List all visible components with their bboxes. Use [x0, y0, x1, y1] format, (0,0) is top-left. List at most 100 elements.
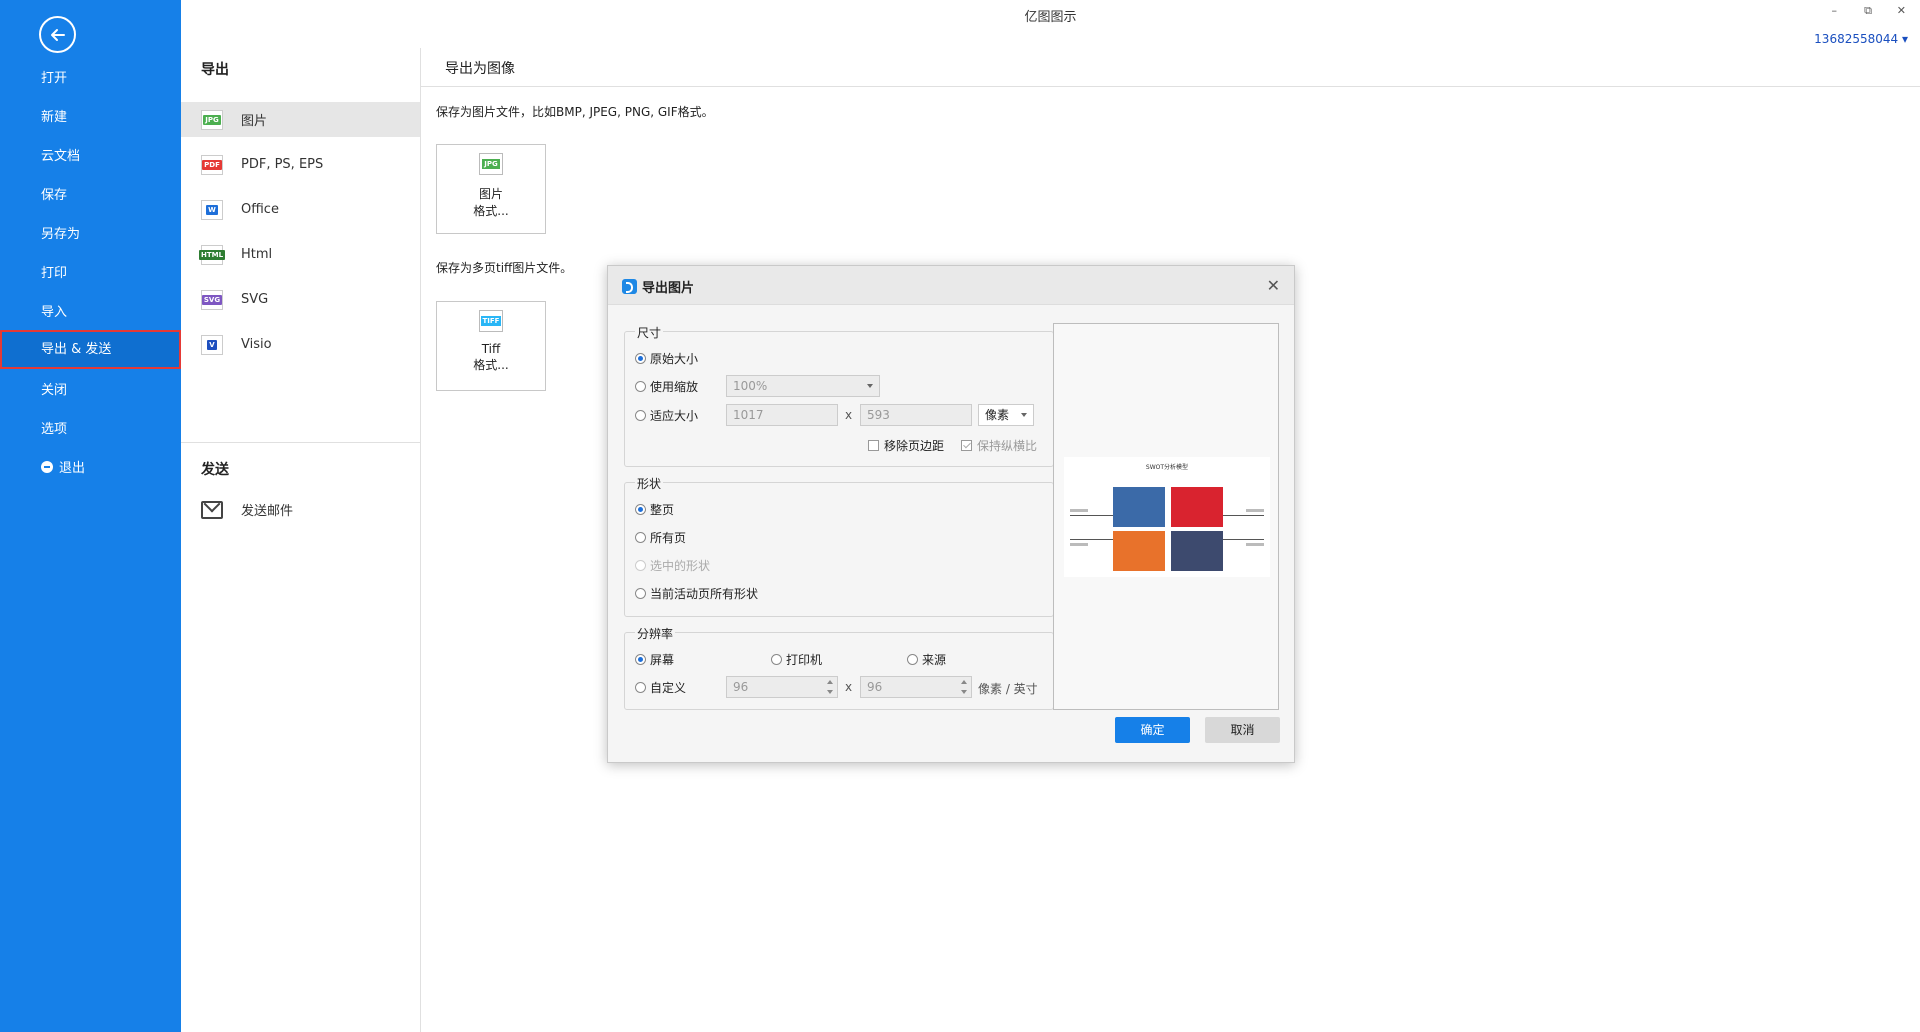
preview-label — [1070, 543, 1088, 546]
radio-label: 适应大小 — [650, 409, 699, 423]
account-menu[interactable]: 13682558044 ▾ — [1814, 32, 1908, 46]
preview-title: SWOT分析模型 — [1145, 464, 1189, 471]
format-html[interactable]: HTML Html — [181, 237, 420, 272]
format-pdf[interactable]: PDF PDF, PS, EPS — [181, 147, 420, 182]
sidebar-item-cloud-docs[interactable]: 云文档 — [0, 137, 181, 176]
keep-ratio-checkbox[interactable]: 保持纵横比 — [961, 437, 1037, 454]
sidebar-item-new[interactable]: 新建 — [0, 98, 181, 137]
height-input[interactable]: 593 — [860, 404, 972, 426]
back-arrow-icon — [50, 28, 65, 41]
dpi-unit-label: 像素 / 英寸 — [978, 682, 1038, 696]
spinner-icon[interactable] — [827, 679, 835, 695]
radio-label: 整页 — [650, 503, 675, 517]
tiff-format-label: Tiff — [481, 342, 501, 356]
preview-swot-s — [1113, 487, 1165, 527]
zoom-value: 100% — [733, 379, 768, 393]
format-label: Visio — [241, 337, 272, 352]
ok-button[interactable]: 确定 — [1115, 717, 1190, 743]
radio-icon — [635, 410, 646, 421]
radio-icon — [771, 654, 782, 665]
sidebar-item-open[interactable]: 打开 — [0, 59, 181, 98]
image-description: 保存为图片文件，比如BMP, JPEG, PNG, GIF格式。 — [436, 105, 714, 119]
format-label: SVG — [241, 292, 269, 307]
preview-swot-t — [1171, 531, 1223, 571]
sidebar-item-options[interactable]: 选项 — [0, 410, 181, 449]
radio-icon — [635, 353, 646, 364]
shape-group: 形状 整页 所有页 选中的形状 当前活动页所有形状 — [624, 475, 1054, 617]
format-svg[interactable]: SVG SVG — [181, 282, 420, 317]
image-format-sublabel: 格式... — [473, 204, 509, 218]
preview-connector — [1223, 515, 1264, 516]
minimize-button[interactable]: – — [1832, 4, 1838, 17]
content-header: 导出为图像 — [421, 48, 1920, 87]
spinner-icon[interactable] — [961, 679, 969, 695]
sidebar-item-save[interactable]: 保存 — [0, 176, 181, 215]
sidebar-item-import[interactable]: 导入 — [0, 293, 181, 332]
remove-margin-checkbox[interactable]: 移除页边距 — [868, 437, 944, 454]
size-group: 尺寸 原始大小 使用缩放 100% 适应大小 1017 x 593 像素 移除页… — [624, 324, 1054, 467]
dpi-x-input[interactable]: 96 — [726, 676, 838, 698]
app-logo-icon — [622, 279, 637, 294]
resolution-group: 分辨率 屏幕 打印机 来源 自定义 96 x 96 像素 / 英寸 — [624, 625, 1054, 710]
preview-label — [1070, 509, 1088, 512]
mail-icon — [201, 500, 223, 519]
preview-label — [1246, 543, 1264, 546]
screen-radio[interactable]: 屏幕 — [635, 651, 674, 668]
format-label: Html — [241, 247, 273, 262]
format-visio[interactable]: V Visio — [181, 327, 420, 362]
close-icon[interactable]: ✕ — [1267, 276, 1280, 295]
radio-label: 所有页 — [650, 531, 687, 545]
image-format-button[interactable]: JPG 图片 格式... — [436, 144, 546, 234]
format-label: Office — [241, 202, 279, 217]
checkbox-label: 移除页边距 — [884, 439, 945, 453]
custom-radio[interactable]: 自定义 — [635, 679, 686, 696]
format-office[interactable]: W Office — [181, 192, 420, 227]
back-button[interactable] — [39, 16, 76, 53]
radio-label: 原始大小 — [650, 352, 699, 366]
radio-label: 来源 — [922, 653, 947, 667]
word-file-icon: W — [201, 199, 223, 220]
sidebar-item-close[interactable]: 关闭 — [0, 371, 181, 410]
tiff-format-button[interactable]: TIFF Tiff 格式... — [436, 301, 546, 391]
whole-page-radio[interactable]: 整页 — [635, 501, 674, 518]
close-window-button[interactable]: ✕ — [1897, 4, 1906, 17]
cancel-button[interactable]: 取消 — [1205, 717, 1280, 743]
unit-value: 像素 — [985, 408, 1010, 422]
sidebar-item-save-as[interactable]: 另存为 — [0, 215, 181, 254]
preview-image: SWOT分析模型 — [1064, 457, 1270, 577]
dpi-y-value: 96 — [867, 680, 883, 694]
shape-group-title: 形状 — [635, 475, 664, 492]
chevron-down-icon — [867, 384, 873, 388]
preview-swot-w — [1171, 487, 1223, 527]
all-pages-radio[interactable]: 所有页 — [635, 529, 686, 546]
divider — [181, 442, 420, 443]
active-page-radio[interactable]: 当前活动页所有形状 — [635, 585, 758, 602]
original-size-radio[interactable]: 原始大小 — [635, 350, 698, 367]
selected-shapes-radio[interactable]: 选中的形状 — [635, 557, 710, 574]
sidebar-item-export-send[interactable]: 导出 & 发送 — [0, 330, 181, 369]
html-file-icon: HTML — [198, 244, 226, 265]
format-label: PDF, PS, EPS — [241, 157, 324, 172]
zoom-select[interactable]: 100% — [726, 375, 880, 397]
dpi-x-value: 96 — [733, 680, 749, 694]
dialog-title: 导出图片 — [642, 281, 695, 296]
printer-radio[interactable]: 打印机 — [771, 651, 822, 668]
width-input[interactable]: 1017 — [726, 404, 838, 426]
chevron-down-icon — [1021, 413, 1027, 417]
dpi-y-input[interactable]: 96 — [860, 676, 972, 698]
send-mail[interactable]: 发送邮件 — [181, 492, 420, 527]
size-group-title: 尺寸 — [635, 324, 664, 341]
preview-label — [1246, 509, 1264, 512]
source-radio[interactable]: 来源 — [907, 651, 946, 668]
zoom-radio[interactable]: 使用缩放 — [635, 378, 698, 395]
content-title: 导出为图像 — [445, 61, 515, 77]
sidebar-item-exit[interactable]: 退出 — [0, 449, 181, 488]
radio-icon — [635, 504, 646, 515]
fit-size-radio[interactable]: 适应大小 — [635, 407, 698, 424]
sidebar-item-print[interactable]: 打印 — [0, 254, 181, 293]
radio-icon — [635, 560, 646, 571]
format-image[interactable]: JPG 图片 — [181, 102, 420, 137]
preview-swot-o — [1113, 531, 1165, 571]
unit-select[interactable]: 像素 — [978, 404, 1034, 426]
restore-button[interactable]: ⧉ — [1864, 4, 1872, 18]
